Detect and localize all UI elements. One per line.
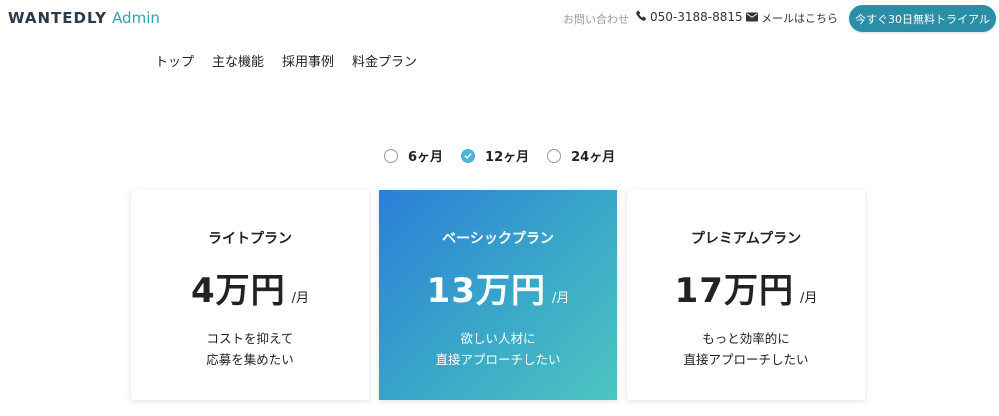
plan-name: プレミアムプラン [690,231,802,247]
period-option-24[interactable]: 24ヶ月 [547,146,615,165]
plan-description: もっと効率的に 直接アプローチしたい [627,328,865,370]
phone-number: 050-3188-8815 [650,10,743,24]
main-nav: トップ 主な機能 採用事例 料金プラン [155,51,417,70]
plan-desc-line: コストを抑えて [206,331,294,346]
nav-item-features[interactable]: 主な機能 [212,51,264,70]
radio-checked-icon[interactable] [461,148,476,163]
plan-description: 欲しい人材に 直接アプローチしたい [379,328,617,370]
plan-name: ベーシックプラン [442,231,554,247]
phone-icon [636,10,647,24]
price-amount: 13万円 [426,271,546,311]
plan-description: コストを抑えて 応募を集めたい [131,328,369,370]
free-trial-button[interactable]: 今すぐ30日無料トライアル [849,5,996,32]
site-header: WANTEDLY Admin お問い合わせ 050-3188-8815 メールはこ… [0,0,999,36]
plan-desc-line: 応募を集めたい [206,352,294,367]
period-selector: 6ヶ月 12ヶ月 24ヶ月 [384,146,633,165]
period-option-6[interactable]: 6ヶ月 [384,146,443,165]
period-label: 6ヶ月 [408,150,444,165]
nav-item-top[interactable]: トップ [155,51,194,70]
plan-desc-line: もっと効率的に [702,331,790,346]
plan-name: ライトプラン [208,231,292,247]
price-unit: /月 [799,291,818,306]
plan-desc-line: 直接アプローチしたい [435,352,561,367]
period-label: 24ヶ月 [571,150,616,165]
logo[interactable]: WANTEDLY Admin [8,9,160,27]
phone-link[interactable]: 050-3188-8815 [636,10,743,24]
price-unit: /月 [291,291,310,306]
plan-card-light[interactable]: ライトプラン 4万円 /月 コストを抑えて 応募を集めたい [131,190,369,400]
period-option-12[interactable]: 12ヶ月 [461,146,529,165]
mail-icon [746,12,758,25]
plan-desc-line: 直接アプローチしたい [683,352,809,367]
nav-item-cases[interactable]: 採用事例 [282,51,334,70]
mail-label: メールはこちら [761,12,838,25]
price-unit: /月 [551,291,570,306]
price-amount: 4万円 [190,271,286,311]
mail-link[interactable]: メールはこちら [746,10,838,26]
plan-card-basic[interactable]: ベーシックプラン 13万円 /月 欲しい人材に 直接アプローチしたい [379,190,617,400]
plan-price: 17万円 /月 [627,263,865,312]
contact-link[interactable]: お問い合わせ [563,11,629,27]
logo-admin: Admin [112,9,160,27]
plan-card-premium[interactable]: プレミアムプラン 17万円 /月 もっと効率的に 直接アプローチしたい [627,190,865,400]
period-label: 12ヶ月 [485,150,530,165]
nav-item-pricing[interactable]: 料金プラン [352,51,417,70]
price-amount: 17万円 [674,271,794,311]
radio-unchecked-icon[interactable] [384,148,398,163]
plan-price: 4万円 /月 [131,263,369,312]
radio-unchecked-icon[interactable] [547,148,562,163]
plan-desc-line: 欲しい人材に [460,331,536,346]
plan-price: 13万円 /月 [379,263,617,312]
logo-brand: WANTEDLY [8,9,108,27]
